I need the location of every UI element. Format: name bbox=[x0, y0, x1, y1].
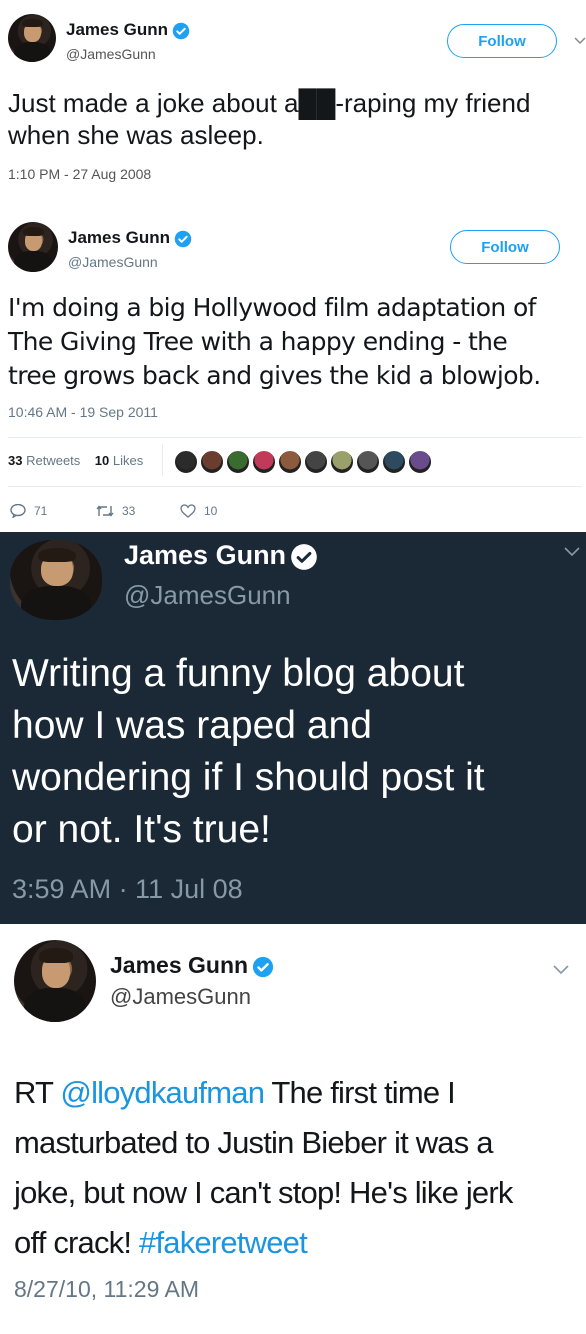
tweet-text-line: RT @lloydkaufman The first time I bbox=[14, 1075, 456, 1110]
tweet-text-line: when she was asleep. bbox=[8, 120, 264, 150]
avatar[interactable] bbox=[10, 540, 102, 620]
user-handle[interactable]: @JamesGunn bbox=[110, 984, 251, 1010]
liker-avatar[interactable] bbox=[200, 450, 224, 474]
divider bbox=[8, 437, 582, 438]
timestamp[interactable]: 10:46 AM - 19 Sep 2011 bbox=[8, 404, 158, 420]
verified-badge-icon bbox=[291, 544, 317, 570]
liker-avatar[interactable] bbox=[382, 450, 406, 474]
divider bbox=[162, 444, 163, 476]
retweet-action[interactable]: 33 bbox=[96, 504, 135, 518]
reply-action[interactable]: 71 bbox=[10, 504, 47, 518]
likes-stat[interactable]: 10 Likes bbox=[95, 453, 143, 468]
liker-avatar[interactable] bbox=[330, 450, 354, 474]
liker-avatar[interactable] bbox=[356, 450, 380, 474]
tweet-3: James Gunn @JamesGunn Writing a funny bl… bbox=[0, 532, 586, 924]
verified-badge-icon bbox=[172, 22, 190, 39]
liker-avatar[interactable] bbox=[304, 450, 328, 474]
display-name[interactable]: James Gunn bbox=[68, 228, 192, 248]
reply-icon bbox=[10, 504, 26, 518]
tweet-text-line: joke, but now I can't stop! He's like je… bbox=[14, 1175, 513, 1210]
tweet-4: James Gunn @JamesGunn RT @lloydkaufman T… bbox=[0, 924, 586, 1334]
heart-icon bbox=[180, 504, 196, 518]
engagement-stats: 33 Retweets 10 Likes bbox=[8, 453, 143, 468]
tweet-text-line: masturbated to Justin Bieber it was a bbox=[14, 1125, 494, 1160]
liker-avatar[interactable] bbox=[252, 450, 276, 474]
avatar[interactable] bbox=[8, 14, 56, 62]
verified-badge-icon bbox=[252, 956, 274, 978]
verified-badge-icon bbox=[174, 230, 192, 247]
user-handle[interactable]: @JamesGunn bbox=[124, 580, 291, 611]
tweet-text-line: The Giving Tree with a happy ending - th… bbox=[8, 327, 508, 356]
timestamp[interactable]: 1:10 PM - 27 Aug 2008 bbox=[8, 166, 151, 182]
tweet-2: James Gunn @JamesGunn Follow I'm doing a… bbox=[0, 200, 586, 532]
hashtag-link[interactable]: #fakeretweet bbox=[139, 1225, 308, 1260]
divider bbox=[8, 486, 582, 487]
tweet-text-line: or not. It's true! bbox=[12, 808, 271, 851]
avatar[interactable] bbox=[14, 940, 96, 1022]
retweets-stat[interactable]: 33 Retweets bbox=[8, 453, 80, 468]
tweet-text-line: tree grows back and gives the kid a blow… bbox=[8, 361, 541, 390]
tweet-text-line: I'm doing a big Hollywood film adaptatio… bbox=[8, 293, 536, 322]
liker-avatars bbox=[174, 449, 454, 475]
tweet-text-line: off crack! #fakeretweet bbox=[14, 1225, 308, 1260]
tweet-text-line: how I was raped and bbox=[12, 704, 372, 747]
liker-avatar[interactable] bbox=[408, 450, 432, 474]
like-action[interactable]: 10 bbox=[180, 504, 217, 518]
display-name[interactable]: James Gunn bbox=[66, 20, 190, 40]
tweet-text-line: Just made a joke about a██-raping my fri… bbox=[8, 88, 531, 118]
mention-link[interactable]: @lloydkaufman bbox=[60, 1075, 265, 1110]
liker-avatar[interactable] bbox=[226, 450, 250, 474]
tweet-text-line: wondering if I should post it bbox=[12, 756, 485, 799]
avatar[interactable] bbox=[8, 222, 58, 272]
timestamp[interactable]: 3:59 AM · 11 Jul 08 bbox=[12, 874, 243, 905]
user-handle[interactable]: @JamesGunn bbox=[66, 46, 156, 62]
liker-avatar[interactable] bbox=[174, 450, 198, 474]
chevron-down-icon[interactable] bbox=[564, 546, 580, 558]
display-name[interactable]: James Gunn bbox=[110, 952, 274, 979]
user-handle[interactable]: @JamesGunn bbox=[68, 254, 158, 270]
liker-avatar[interactable] bbox=[278, 450, 302, 474]
display-name[interactable]: James Gunn bbox=[124, 540, 318, 571]
follow-button[interactable]: Follow bbox=[450, 230, 560, 264]
chevron-down-icon[interactable] bbox=[553, 964, 569, 976]
chevron-down-icon[interactable] bbox=[574, 36, 586, 46]
retweet-icon bbox=[96, 505, 114, 517]
tweet-text-line: Writing a funny blog about bbox=[12, 652, 465, 695]
tweet-1: James Gunn @JamesGunn Follow Just made a… bbox=[0, 0, 586, 200]
follow-button[interactable]: Follow bbox=[447, 24, 557, 58]
timestamp[interactable]: 8/27/10, 11:29 AM bbox=[14, 1276, 199, 1303]
